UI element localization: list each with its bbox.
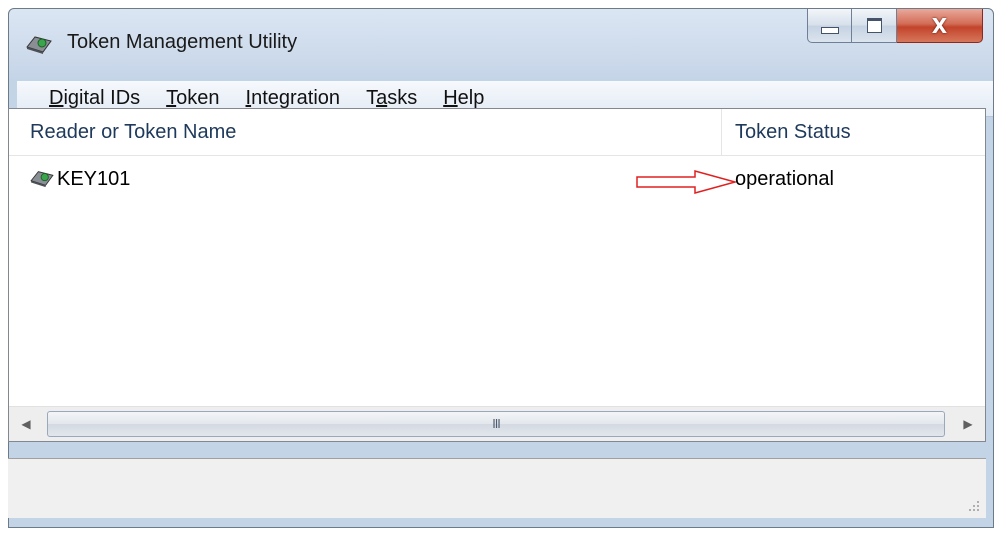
scrollbar-thumb[interactable]: III bbox=[47, 411, 945, 437]
grip-icon: III bbox=[492, 417, 501, 431]
token-reader-icon bbox=[30, 171, 54, 188]
resize-grip-icon[interactable] bbox=[966, 498, 980, 512]
scroll-right-button[interactable]: ▶ bbox=[951, 407, 985, 441]
close-icon: X bbox=[931, 13, 948, 38]
close-button[interactable]: X bbox=[897, 9, 983, 43]
maximize-icon bbox=[866, 18, 882, 33]
title-bar[interactable]: Token Management Utility X bbox=[9, 9, 993, 81]
horizontal-scrollbar[interactable]: ◀ III ▶ bbox=[9, 406, 985, 441]
scroll-left-button[interactable]: ◀ bbox=[9, 407, 43, 441]
minimize-button[interactable] bbox=[807, 9, 852, 43]
minimize-icon bbox=[820, 27, 839, 34]
menu-help[interactable]: Help bbox=[430, 87, 497, 110]
status-bar bbox=[8, 458, 986, 518]
menu-token[interactable]: Token bbox=[153, 87, 232, 110]
scroll-right-icon: ▶ bbox=[963, 417, 973, 431]
window-title: Token Management Utility bbox=[67, 31, 298, 53]
token-reader-icon bbox=[26, 36, 52, 54]
scroll-left-icon: ◀ bbox=[21, 417, 31, 431]
maximize-button[interactable] bbox=[852, 9, 897, 43]
column-divider[interactable] bbox=[721, 109, 722, 155]
list-header: Reader or Token Name Token Status bbox=[9, 109, 985, 156]
token-name: KEY101 bbox=[57, 168, 131, 190]
list-item[interactable]: KEY101 operational bbox=[9, 161, 985, 195]
token-status: operational bbox=[735, 168, 834, 190]
caption-buttons: X bbox=[807, 9, 983, 43]
menu-integration[interactable]: Integration bbox=[233, 87, 354, 110]
token-list[interactable]: Reader or Token Name Token Status KEY101… bbox=[8, 108, 986, 442]
menu-tasks[interactable]: Tasks bbox=[353, 87, 430, 110]
column-header-status[interactable]: Token Status bbox=[735, 121, 851, 144]
column-header-name[interactable]: Reader or Token Name bbox=[30, 121, 236, 144]
red-outline-arrow-icon bbox=[636, 170, 738, 194]
menu-digital-ids[interactable]: Digital IDs bbox=[17, 87, 153, 110]
